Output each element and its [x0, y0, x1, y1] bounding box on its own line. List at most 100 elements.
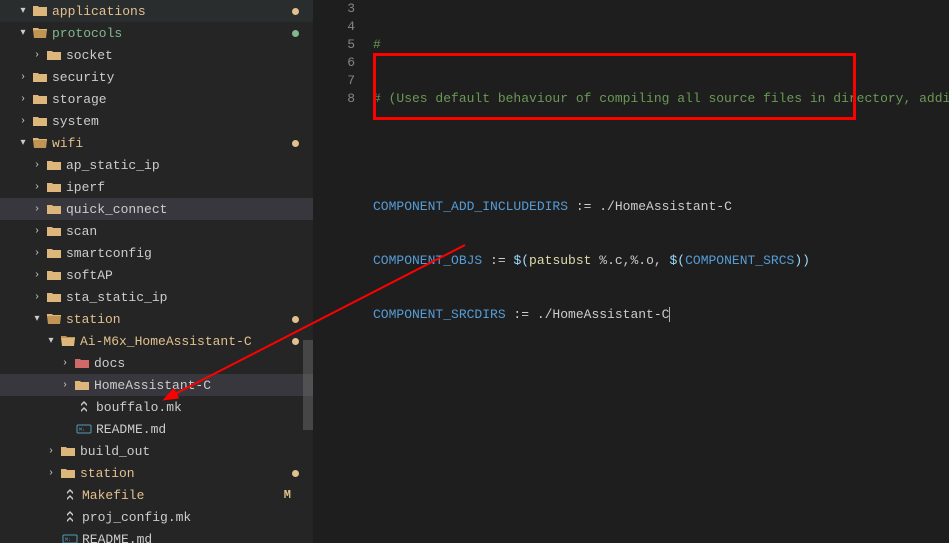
chevron-right-icon: ›: [58, 358, 72, 369]
file-explorer[interactable]: ▾ applications ▾ protocols › socket › se…: [0, 0, 313, 543]
folder-storage[interactable]: › storage: [0, 88, 313, 110]
chevron-right-icon: ›: [44, 446, 58, 457]
file-label: Makefile: [82, 488, 144, 503]
chevron-down-icon: ▾: [16, 5, 30, 17]
code-func: $(: [513, 253, 529, 268]
folder-ai-m6x[interactable]: ▾ Ai-M6x_HomeAssistant-C: [0, 330, 313, 352]
folder-security[interactable]: › security: [0, 66, 313, 88]
folder-softap[interactable]: › softAP: [0, 264, 313, 286]
chevron-right-icon: ›: [16, 72, 30, 83]
chevron-right-icon: ›: [16, 94, 30, 105]
folder-icon: [32, 3, 48, 19]
folder-applications[interactable]: ▾ applications: [0, 0, 313, 22]
folder-quick-connect[interactable]: › quick_connect: [0, 198, 313, 220]
folder-label: iperf: [66, 180, 105, 195]
folder-station-2[interactable]: › station: [0, 462, 313, 484]
folder-label: ap_static_ip: [66, 158, 160, 173]
folder-protocols[interactable]: ▾ protocols: [0, 22, 313, 44]
folder-icon: [32, 91, 48, 107]
file-proj-config-mk[interactable]: proj_config.mk: [0, 506, 313, 528]
chevron-right-icon: ›: [30, 248, 44, 259]
folder-icon: [46, 223, 62, 239]
folder-icon: [32, 69, 48, 85]
file-label: README.md: [82, 532, 152, 543]
code-var: COMPONENT_SRCS: [685, 253, 794, 268]
line-gutter: 3 4 5 6 7 8: [313, 0, 373, 108]
file-label: proj_config.mk: [82, 510, 191, 525]
git-modified-dot: [292, 8, 299, 15]
chevron-right-icon: ›: [30, 204, 44, 215]
code-var: COMPONENT_SRCDIRS: [373, 307, 506, 322]
folder-station[interactable]: ▾ station: [0, 308, 313, 330]
code-text: ): [802, 253, 810, 268]
code-func: $(: [669, 253, 685, 268]
folder-open-icon: [32, 135, 48, 151]
markdown-icon: M↓: [76, 421, 92, 437]
folder-build-out[interactable]: › build_out: [0, 440, 313, 462]
folder-label: scan: [66, 224, 97, 239]
folder-icon: [46, 157, 62, 173]
code-text: :=: [482, 253, 513, 268]
line-number: 6: [313, 54, 355, 72]
folder-iperf[interactable]: › iperf: [0, 176, 313, 198]
docs-folder-icon: [74, 355, 90, 371]
chevron-right-icon: ›: [58, 380, 72, 391]
code-var: COMPONENT_OBJS: [373, 253, 482, 268]
file-readme-md-2[interactable]: M↓ README.md: [0, 528, 313, 543]
folder-sta-static-ip[interactable]: › sta_static_ip: [0, 286, 313, 308]
makefile-icon: [76, 399, 92, 415]
chevron-right-icon: ›: [30, 292, 44, 303]
markdown-icon: M↓: [62, 531, 78, 543]
folder-open-icon: [46, 311, 62, 327]
folder-scan[interactable]: › scan: [0, 220, 313, 242]
git-modified-dot: [292, 140, 299, 147]
folder-label: wifi: [52, 136, 83, 151]
text-cursor: [669, 307, 670, 322]
line-number: 7: [313, 72, 355, 90]
folder-docs[interactable]: › docs: [0, 352, 313, 374]
folder-icon: [46, 47, 62, 63]
chevron-right-icon: ›: [16, 116, 30, 127]
code-editor[interactable]: 3 4 5 6 7 8 # # (Uses default behaviour …: [313, 0, 949, 543]
folder-label: storage: [52, 92, 107, 107]
folder-icon: [46, 267, 62, 283]
file-readme-md[interactable]: M↓ README.md: [0, 418, 313, 440]
chevron-right-icon: ›: [30, 182, 44, 193]
chevron-down-icon: ▾: [44, 335, 58, 347]
folder-label: docs: [94, 356, 125, 371]
folder-icon: [32, 113, 48, 129]
code-text: %.c,%.o,: [591, 253, 669, 268]
folder-wifi[interactable]: ▾ wifi: [0, 132, 313, 154]
folder-icon: [46, 289, 62, 305]
file-bouffalo-mk[interactable]: bouffalo.mk: [0, 396, 313, 418]
folder-icon: [60, 465, 76, 481]
file-label: README.md: [96, 422, 166, 437]
folder-ap-static-ip[interactable]: › ap_static_ip: [0, 154, 313, 176]
folder-label: protocols: [52, 26, 122, 41]
file-makefile[interactable]: Makefile M: [0, 484, 313, 506]
folder-open-icon: [60, 333, 76, 349]
code-text: := ./HomeAssistant-C: [506, 307, 670, 322]
folder-icon: [46, 245, 62, 261]
git-modified-dot: [292, 338, 299, 345]
folder-socket[interactable]: › socket: [0, 44, 313, 66]
code-var: COMPONENT_ADD_INCLUDEDIRS: [373, 199, 568, 214]
folder-icon: [74, 377, 90, 393]
folder-label: build_out: [80, 444, 150, 459]
folder-label: socket: [66, 48, 113, 63]
folder-open-icon: [32, 25, 48, 41]
chevron-right-icon: ›: [30, 160, 44, 171]
folder-system[interactable]: › system: [0, 110, 313, 132]
folder-homeassistant-c[interactable]: › HomeAssistant-C: [0, 374, 313, 396]
git-modified-dot: [292, 470, 299, 477]
scrollbar-thumb[interactable]: [303, 340, 313, 430]
chevron-down-icon: ▾: [30, 313, 44, 325]
folder-label: HomeAssistant-C: [94, 378, 211, 393]
folder-label: system: [52, 114, 99, 129]
file-label: bouffalo.mk: [96, 400, 182, 415]
code-comment: # (Uses default behaviour of compiling a…: [373, 91, 949, 106]
code-content[interactable]: # # (Uses default behaviour of compiling…: [373, 0, 949, 360]
folder-smartconfig[interactable]: › smartconfig: [0, 242, 313, 264]
folder-label: station: [80, 466, 135, 481]
chevron-right-icon: ›: [44, 468, 58, 479]
